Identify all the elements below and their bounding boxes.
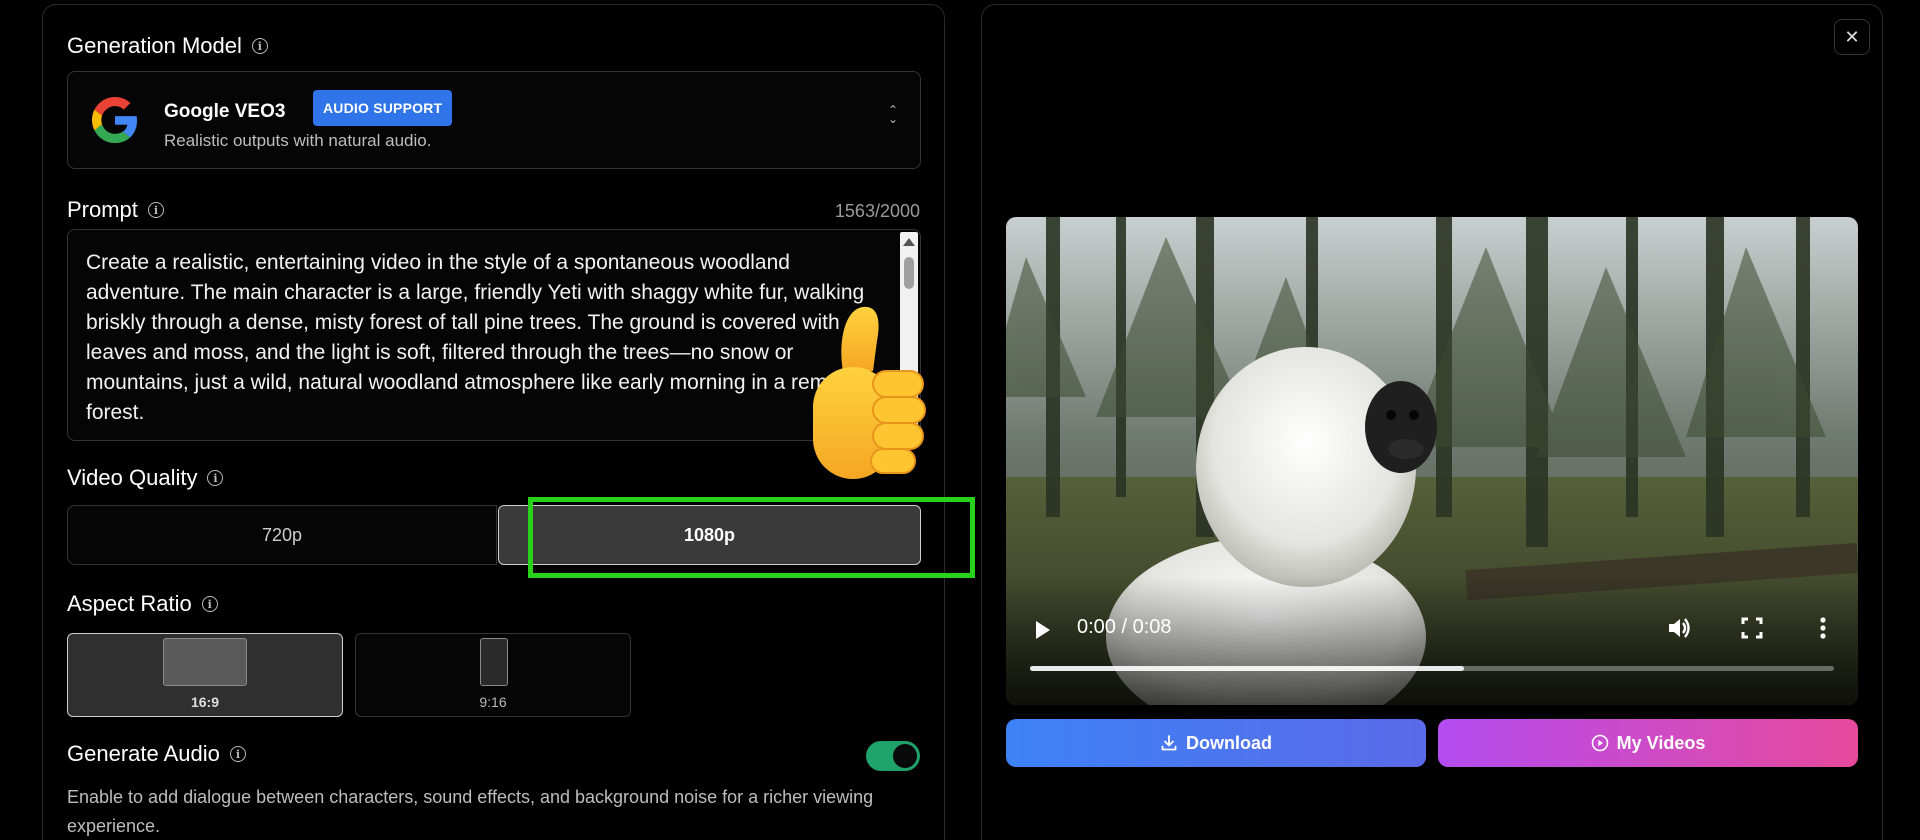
play-circle-icon: [1591, 734, 1608, 752]
model-description: Realistic outputs with natural audio.: [164, 131, 432, 150]
download-icon: [1161, 735, 1177, 751]
generate-audio-toggle[interactable]: [866, 741, 920, 771]
play-icon[interactable]: [1036, 621, 1050, 639]
landscape-shape-icon: [163, 638, 247, 686]
info-icon[interactable]: i: [201, 596, 218, 612]
generation-model-heading: Generation Model i: [67, 33, 268, 59]
fullscreen-icon[interactable]: [1737, 613, 1767, 643]
toggle-knob: [893, 744, 917, 768]
prompt-heading: Prompt i: [67, 197, 164, 223]
scroll-thumb[interactable]: [904, 257, 914, 289]
counter-used: 1563: [834, 201, 875, 221]
character-counter: 1563/2000: [835, 201, 920, 222]
info-icon[interactable]: i: [207, 470, 224, 486]
video-progress-fill: [1030, 666, 1465, 671]
generate-audio-heading: Generate Audio i: [67, 741, 246, 767]
close-button[interactable]: ✕: [1834, 19, 1870, 55]
chevron-updown-icon: ⌃ ⌄: [887, 103, 898, 126]
video-time: 0:00 / 0:08: [1077, 616, 1172, 638]
info-icon[interactable]: i: [251, 38, 268, 54]
quality-720p-button[interactable]: 720p: [67, 505, 497, 565]
generate-audio-label: Generate Audio: [67, 741, 220, 766]
generate-audio-description: Enable to add dialogue between character…: [67, 787, 874, 836]
aspect-16-9-label: 16:9: [190, 694, 220, 710]
selection-highlight-box: [528, 497, 975, 578]
counter-max: /2000: [874, 201, 920, 221]
video-progress-bar[interactable]: [1030, 666, 1834, 671]
aspect-16-9-option[interactable]: 16:9: [67, 633, 343, 717]
aspect-ratio-heading: Aspect Ratio i: [67, 591, 218, 617]
preview-panel: ✕ 0:00 / 0:08 Download My Videos: [981, 4, 1883, 840]
video-player[interactable]: 0:00 / 0:08: [1006, 217, 1858, 705]
volume-icon[interactable]: [1664, 613, 1694, 643]
my-videos-label: My Videos: [1616, 732, 1706, 753]
generation-model-label: Generation Model: [67, 33, 242, 58]
my-videos-button[interactable]: My Videos: [1438, 719, 1858, 767]
download-button[interactable]: Download: [1006, 719, 1426, 767]
model-name: Google VEO3: [164, 101, 286, 122]
model-select[interactable]: Google VEO3 AUDIO SUPPORT Realistic outp…: [67, 71, 921, 169]
aspect-9-16-option[interactable]: 9:16: [355, 633, 631, 717]
download-label: Download: [1186, 732, 1272, 753]
prompt-label: Prompt: [67, 197, 138, 222]
prompt-text[interactable]: Create a realistic, entertaining video i…: [86, 248, 886, 428]
video-quality-label: Video Quality: [67, 465, 198, 490]
portrait-shape-icon: [480, 638, 508, 686]
aspect-9-16-label: 9:16: [479, 694, 507, 710]
info-icon[interactable]: i: [229, 746, 246, 762]
video-quality-heading: Video Quality i: [67, 465, 224, 491]
settings-panel: Generation Model i Google VEO3 AUDIO SUP…: [42, 4, 975, 840]
scroll-up-arrow-icon[interactable]: [903, 238, 915, 246]
audio-support-badge: AUDIO SUPPORT: [313, 90, 453, 126]
aspect-ratio-label: Aspect Ratio: [67, 591, 192, 616]
info-icon[interactable]: i: [147, 202, 164, 218]
thumbs-up-icon: [813, 306, 926, 479]
more-options-icon[interactable]: [1808, 613, 1838, 643]
google-logo-icon: [92, 97, 138, 143]
